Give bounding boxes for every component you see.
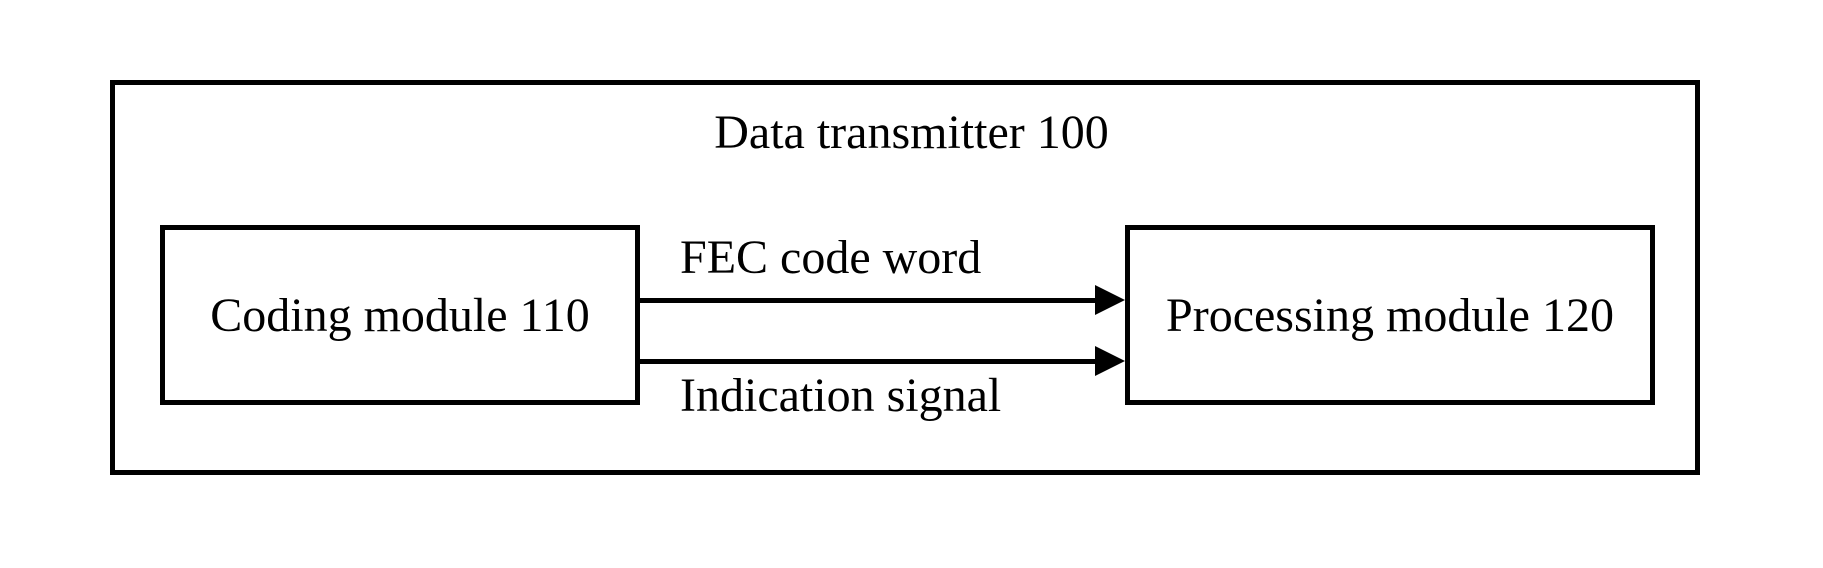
diagram-title: Data transmitter 100 bbox=[0, 105, 1823, 160]
arrow-fec-code-word bbox=[640, 285, 1125, 315]
arrow-line bbox=[640, 359, 1102, 364]
coding-module-label: Coding module 110 bbox=[210, 288, 590, 343]
arrow-head-icon bbox=[1095, 285, 1125, 315]
arrow-label-indication: Indication signal bbox=[680, 368, 1001, 423]
processing-module-label: Processing module 120 bbox=[1166, 288, 1614, 343]
arrow-label-fec: FEC code word bbox=[680, 230, 981, 285]
coding-module-box: Coding module 110 bbox=[160, 225, 640, 405]
processing-module-box: Processing module 120 bbox=[1125, 225, 1655, 405]
arrow-line bbox=[640, 298, 1102, 303]
arrow-head-icon bbox=[1095, 346, 1125, 376]
